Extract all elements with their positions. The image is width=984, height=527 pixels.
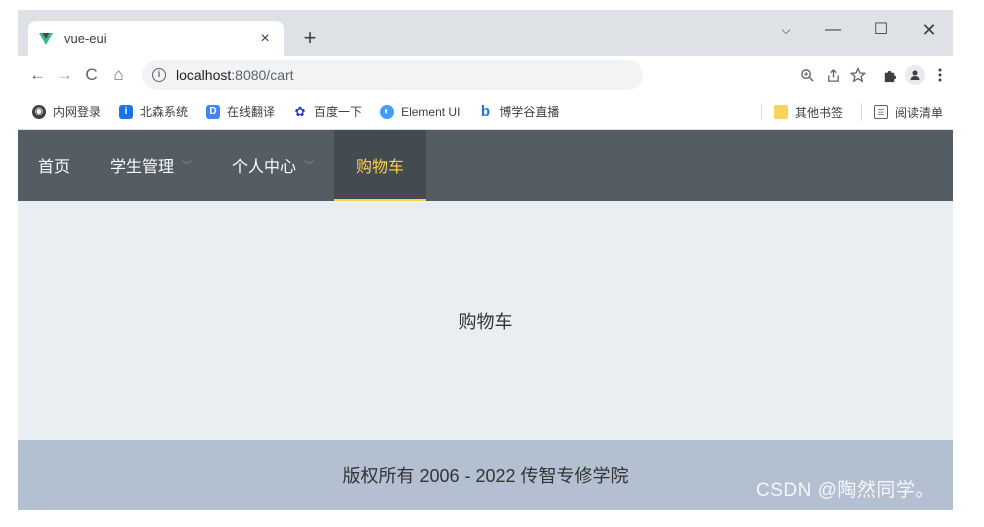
share-icon[interactable]: [820, 60, 845, 90]
tab-title: vue-eui: [64, 31, 107, 46]
browser-window: vue-eui × + ⌵ — ☐ ✕ ← → C ⌂ i localhost:…: [18, 10, 953, 510]
new-tab-button[interactable]: +: [298, 25, 322, 51]
menu-item-home[interactable]: 首页: [18, 130, 90, 201]
menu-item-personal-center[interactable]: 个人中心 ﹀: [212, 130, 334, 201]
footer-copyright: 版权所有 2006 - 2022 传智专修学院: [342, 466, 629, 486]
element-icon: ◐: [380, 104, 395, 119]
tab-search-icon[interactable]: ⌵: [771, 18, 801, 42]
browser-tab[interactable]: vue-eui ×: [28, 21, 284, 56]
chevron-down-icon: ﹀: [304, 161, 315, 172]
globe-icon: ◉: [32, 104, 46, 119]
menu-item-student-management[interactable]: 学生管理 ﹀: [90, 130, 212, 201]
reading-list-button[interactable]: ☰ 阅读清单: [873, 104, 943, 121]
bookmark-item[interactable]: i 北森系统: [119, 103, 188, 120]
tab-close-icon[interactable]: ×: [256, 30, 274, 48]
bookmark-item[interactable]: ◉ 内网登录: [32, 103, 101, 120]
reload-icon[interactable]: C: [78, 59, 105, 91]
main-text: 购物车: [458, 311, 513, 332]
translate-icon: D: [206, 104, 221, 119]
browser-toolbar: ← → C ⌂ i localhost:8080/cart: [18, 56, 953, 94]
zoom-icon[interactable]: [795, 60, 820, 90]
forward-arrow-icon[interactable]: →: [51, 59, 78, 91]
site-info-icon[interactable]: i: [152, 68, 166, 82]
bookmarks-bar: ◉ 内网登录 i 北森系统 D 在线翻译 ✿ 百度一下 ◐ Element UI…: [18, 94, 953, 130]
maximize-icon[interactable]: ☐: [866, 18, 896, 42]
vue-logo-icon: [39, 32, 53, 45]
bing-icon: b: [480, 103, 490, 120]
home-icon[interactable]: ⌂: [105, 59, 132, 91]
profile-avatar-icon[interactable]: [902, 60, 927, 90]
address-bar[interactable]: i localhost:8080/cart: [142, 60, 644, 90]
minimize-icon[interactable]: —: [818, 18, 848, 42]
back-arrow-icon[interactable]: ←: [24, 59, 51, 91]
bookmark-item[interactable]: b 博学谷直播: [478, 103, 560, 120]
reading-list-icon: ☰: [873, 105, 888, 119]
nav-menu: 首页 学生管理 ﹀ 个人中心 ﹀ 购物车: [18, 130, 953, 201]
url-text[interactable]: localhost:8080/cart: [176, 67, 294, 83]
bookmark-item[interactable]: D 在线翻译: [206, 103, 275, 120]
baidu-paw-icon: ✿: [294, 103, 306, 119]
page-viewport: 首页 学生管理 ﹀ 个人中心 ﹀ 购物车 购物车 版权所有 2006 - 202…: [18, 130, 953, 510]
bookmark-star-icon[interactable]: [846, 60, 871, 90]
info-icon: i: [119, 104, 134, 119]
csdn-watermark: CSDN @陶然同学。: [756, 480, 935, 501]
chevron-down-icon: ﹀: [182, 161, 193, 172]
bookmarks-right-group: 其他书签 ☰ 阅读清单: [760, 94, 943, 130]
bookmark-item[interactable]: ◐ Element UI: [380, 104, 460, 119]
window-close-icon[interactable]: ✕: [914, 18, 944, 42]
more-menu-icon[interactable]: [928, 60, 953, 90]
folder-icon: [773, 105, 788, 119]
divider: [760, 103, 762, 121]
bookmark-item[interactable]: ✿ 百度一下: [293, 103, 362, 120]
divider: [860, 103, 862, 121]
menu-item-cart[interactable]: 购物车: [334, 130, 427, 201]
tab-strip: vue-eui × + ⌵ — ☐ ✕: [18, 10, 953, 56]
other-bookmarks-folder[interactable]: 其他书签: [773, 104, 843, 121]
extensions-icon[interactable]: [877, 60, 902, 90]
main-content: 购物车: [18, 201, 953, 440]
